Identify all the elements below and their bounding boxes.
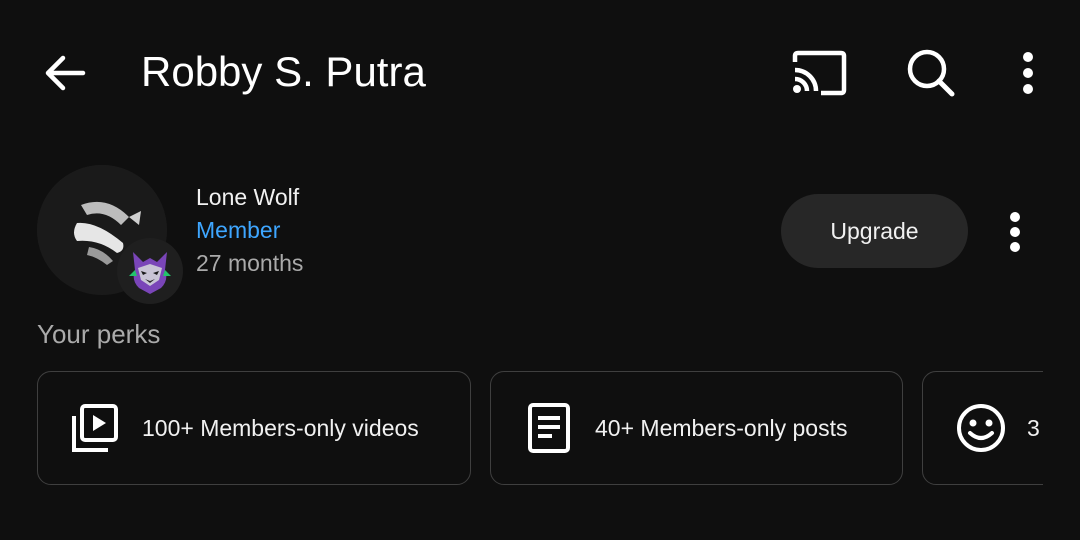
more-vert-icon: [1010, 212, 1020, 252]
document-icon: [521, 400, 577, 456]
perk-card-emojis[interactable]: 3: [922, 371, 1043, 485]
wolf-badge-icon: [129, 252, 171, 294]
more-vert-icon: [1023, 52, 1033, 94]
perks-carousel[interactable]: 100+ Members-only videos 40+ Members-onl…: [37, 371, 1043, 489]
cast-icon: [792, 50, 847, 96]
membership-duration: 27 months: [196, 250, 304, 276]
perk-card-videos[interactable]: 100+ Members-only videos: [37, 371, 471, 485]
perk-label: 100+ Members-only videos: [142, 414, 419, 441]
page-title: Robby S. Putra: [141, 48, 426, 95]
upgrade-button[interactable]: Upgrade: [781, 194, 968, 268]
more-options-button[interactable]: [1004, 44, 1052, 102]
perk-label: 40+ Members-only posts: [595, 414, 848, 441]
perk-card-posts[interactable]: 40+ Members-only posts: [490, 371, 903, 485]
search-icon: [907, 49, 955, 97]
membership-level-name: Lone Wolf: [196, 184, 300, 210]
back-arrow-icon: [45, 55, 86, 91]
perk-label: 3: [1027, 414, 1040, 441]
back-button[interactable]: [36, 44, 94, 102]
perks-section-label: Your perks: [37, 319, 161, 349]
membership-status: Member: [196, 217, 281, 243]
smiley-face-icon: [953, 400, 1009, 456]
video-library-icon: [68, 400, 124, 456]
member-badge: [117, 238, 183, 304]
membership-more-button[interactable]: [992, 204, 1038, 260]
cast-button[interactable]: [786, 44, 852, 102]
search-button[interactable]: [898, 44, 964, 102]
